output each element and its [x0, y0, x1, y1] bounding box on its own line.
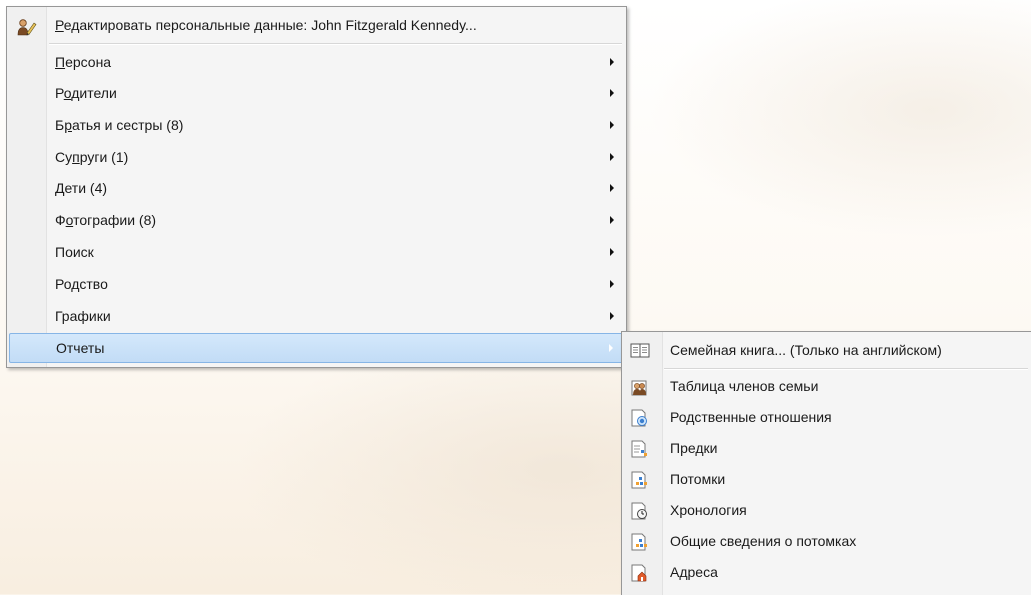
- relationship-icon: [630, 407, 650, 427]
- submenu-item-timeline[interactable]: Хронология: [624, 495, 1030, 525]
- submenu-arrow-icon: [610, 153, 614, 161]
- submenu-item-descendants-summary[interactable]: Общие сведения о потомках: [624, 526, 1030, 556]
- descendants-summary-icon: [630, 531, 650, 551]
- reports-submenu: Семейная книга... (Только на английском)…: [621, 331, 1031, 595]
- menu-item-charts[interactable]: Графики: [9, 301, 624, 331]
- context-menu: Редактировать персональные данные: John …: [6, 6, 627, 368]
- submenu-arrow-icon: [610, 58, 614, 66]
- submenu-item-relationships[interactable]: Родственные отношения: [624, 402, 1030, 432]
- menu-item-spouses[interactable]: Супруги (1): [9, 142, 624, 172]
- submenu-item-descendants[interactable]: Потомки: [624, 464, 1030, 494]
- menu-item-siblings[interactable]: Братья и сестры (8): [9, 110, 624, 140]
- submenu-item-label: Родственные отношения: [670, 409, 832, 425]
- person-edit-icon: [17, 16, 37, 36]
- menu-item-edit-personal-data[interactable]: Редактировать персональные данные: John …: [9, 10, 624, 40]
- submenu-item-ancestors[interactable]: Предки: [624, 433, 1030, 463]
- submenu-item-label: Хронология: [670, 502, 747, 518]
- submenu-arrow-icon: [610, 312, 614, 320]
- family-members-icon: [630, 376, 650, 396]
- submenu-arrow-icon: [610, 121, 614, 129]
- submenu-item-label: Таблица членов семьи: [670, 378, 819, 394]
- addresses-icon: [630, 562, 650, 582]
- submenu-item-addresses[interactable]: Адреса: [624, 557, 1030, 587]
- descendants-icon: [630, 469, 650, 489]
- menu-item-persona[interactable]: Персона: [9, 47, 624, 77]
- submenu-item-label: Адреса: [670, 564, 718, 580]
- menu-item-reports[interactable]: Отчеты: [9, 333, 624, 363]
- submenu-arrow-icon: [609, 344, 613, 352]
- menu-separator: [49, 43, 622, 45]
- menu-item-search[interactable]: Поиск: [9, 237, 624, 267]
- submenu-arrow-icon: [610, 280, 614, 288]
- submenu-item-family-book[interactable]: Семейная книга... (Только на английском): [624, 335, 1030, 365]
- mnemonic: Р: [55, 17, 64, 33]
- submenu-arrow-icon: [610, 89, 614, 97]
- submenu-item-label: Общие сведения о потомках: [670, 533, 857, 549]
- submenu-arrow-icon: [610, 184, 614, 192]
- menu-item-label: едактировать персональные данные: John F…: [63, 17, 477, 33]
- submenu-item-label: Семейная книга... (Только на английском): [670, 342, 942, 358]
- menu-item-parents[interactable]: Родители: [9, 78, 624, 108]
- menu-item-children[interactable]: Дети (4): [9, 173, 624, 203]
- menu-item-photos[interactable]: Фотографии (8): [9, 205, 624, 235]
- timeline-icon: [630, 500, 650, 520]
- submenu-arrow-icon: [610, 216, 614, 224]
- book-icon: [630, 340, 650, 358]
- submenu-arrow-icon: [610, 248, 614, 256]
- ancestors-icon: [630, 438, 650, 458]
- submenu-item-label: Потомки: [670, 471, 726, 487]
- submenu-item-label: Предки: [670, 440, 718, 456]
- menu-item-kinship[interactable]: Родство: [9, 269, 624, 299]
- submenu-item-family-members-table[interactable]: Таблица членов семьи: [624, 371, 1030, 401]
- menu-separator: [664, 368, 1028, 370]
